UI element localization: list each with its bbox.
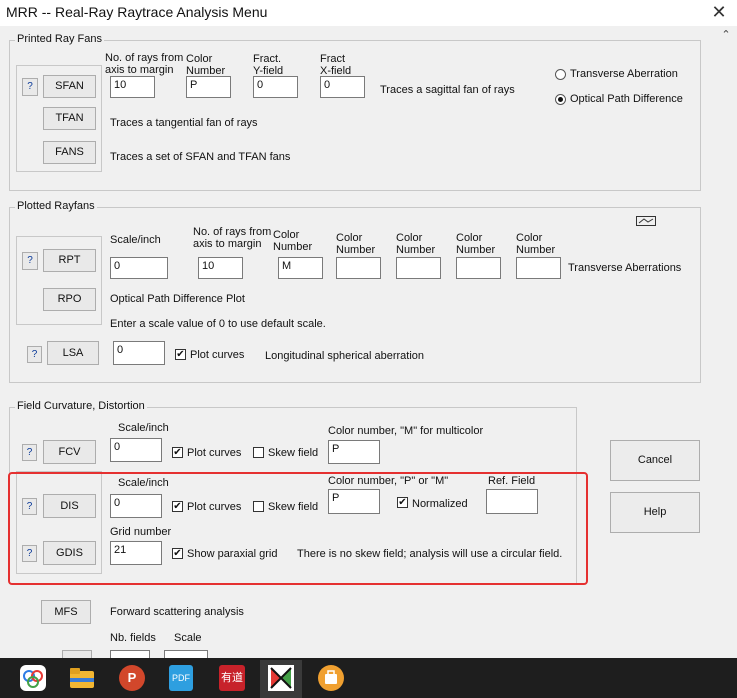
rpo-description: Optical Path Difference Plot: [110, 293, 245, 305]
close-icon[interactable]: ✕: [707, 1, 731, 23]
lsa-description: Longitudinal spherical aberration: [265, 350, 424, 362]
lsa-scale-input[interactable]: 0: [113, 341, 165, 365]
mfs-description: Forward scattering analysis: [110, 606, 244, 618]
transverse-aberrations-label: Transverse Aberrations: [568, 262, 682, 274]
header-rays: No. of rays from axis to margin: [193, 226, 272, 250]
help-question-button[interactable]: ?: [27, 346, 42, 363]
header-color-4: Color Number: [456, 232, 496, 256]
plot-icon[interactable]: [636, 216, 656, 226]
sfan-description: Traces a sagittal fan of rays: [380, 84, 515, 96]
plotted-rayfans-label: Plotted Rayfans: [15, 200, 97, 212]
help-question-button[interactable]: ?: [22, 78, 38, 96]
help-button[interactable]: Help: [610, 492, 700, 533]
sfan-fract-y-input[interactable]: 0: [253, 76, 298, 98]
rpt-color-input-4[interactable]: [456, 257, 501, 279]
field-curvature-label: Field Curvature, Distortion: [15, 400, 147, 412]
optical-path-difference-radio[interactable]: [555, 94, 566, 105]
fans-button[interactable]: FANS: [43, 141, 96, 164]
rpt-color-input-3[interactable]: [396, 257, 441, 279]
transverse-aberration-radio[interactable]: [555, 69, 566, 80]
printed-ray-fans-label: Printed Ray Fans: [15, 33, 104, 45]
header-fract-x: Fract X-field: [320, 53, 352, 77]
sfan-button[interactable]: SFAN: [43, 75, 96, 98]
rpo-button[interactable]: RPO: [43, 288, 96, 311]
app-red-icon[interactable]: 有道: [219, 665, 245, 691]
header-color-3: Color Number: [396, 232, 436, 256]
rpt-scale-input[interactable]: 0: [110, 257, 168, 279]
fcv-color-header: Color number, "M" for multicolor: [328, 425, 484, 437]
header-fract-y: Fract. Y-field: [253, 53, 284, 77]
lsa-plot-curves-checkbox[interactable]: ✔: [175, 349, 186, 360]
folder-icon[interactable]: [70, 668, 94, 688]
mfs-scale-header: Scale: [174, 632, 202, 644]
header-rays: No. of rays from axis to margin: [105, 52, 184, 76]
fans-description: Traces a set of SFAN and TFAN fans: [110, 151, 291, 163]
sfan-color-input[interactable]: P: [186, 76, 231, 98]
powerpoint-icon[interactable]: P: [119, 665, 145, 691]
tfan-description: Traces a tangential fan of rays: [110, 117, 258, 129]
transverse-aberration-label: Transverse Aberration: [570, 68, 678, 80]
sfan-fract-x-input[interactable]: 0: [320, 76, 365, 98]
scroll-up-icon[interactable]: ⌃: [718, 28, 734, 42]
taskbar: [0, 658, 737, 698]
scrollbar[interactable]: [716, 26, 737, 658]
lsa-plot-curves-label: Plot curves: [190, 349, 245, 361]
rpt-button[interactable]: RPT: [43, 249, 96, 272]
lsa-button[interactable]: LSA: [47, 341, 99, 365]
fcv-scale-input[interactable]: 0: [110, 438, 162, 462]
fcv-skew-field-checkbox[interactable]: [253, 447, 264, 458]
fcv-color-input[interactable]: P: [328, 440, 380, 464]
briefcase-icon[interactable]: [318, 665, 344, 691]
optical-path-difference-label: Optical Path Difference: [570, 93, 683, 105]
rpt-color-input-2[interactable]: [336, 257, 381, 279]
app-icon[interactable]: [20, 665, 46, 691]
highlight-annotation: [8, 472, 588, 585]
default-scale-note: Enter a scale value of 0 to use default …: [110, 318, 326, 330]
header-color-5: Color Number: [516, 232, 556, 256]
pdf-icon[interactable]: PDF: [169, 665, 193, 691]
fcv-scale-header: Scale/inch: [118, 422, 169, 434]
sfan-rays-input[interactable]: 10: [110, 76, 155, 98]
header-scale-inch: Scale/inch: [110, 234, 161, 246]
optics-app-icon[interactable]: [268, 665, 294, 691]
fcv-plot-curves-checkbox[interactable]: ✔: [172, 447, 183, 458]
cancel-button[interactable]: Cancel: [610, 440, 700, 481]
help-question-button[interactable]: ?: [22, 444, 37, 461]
mfs-button[interactable]: MFS: [41, 600, 91, 624]
rpt-color-input-1[interactable]: M: [278, 257, 323, 279]
tfan-button[interactable]: TFAN: [43, 107, 96, 130]
fcv-skew-field-label: Skew field: [268, 447, 319, 459]
header-color-2: Color Number: [336, 232, 376, 256]
window-title: MRR -- Real-Ray Raytrace Analysis Menu: [6, 4, 268, 20]
fcv-button[interactable]: FCV: [43, 440, 96, 464]
fcv-plot-curves-label: Plot curves: [187, 447, 242, 459]
rpt-rays-input[interactable]: 10: [198, 257, 243, 279]
header-color-1: Color Number: [273, 229, 313, 253]
header-color: Color Number: [186, 53, 226, 77]
nb-fields-header: Nb. fields: [110, 632, 156, 644]
rpt-color-input-5[interactable]: [516, 257, 561, 279]
help-question-button[interactable]: ?: [22, 252, 38, 270]
